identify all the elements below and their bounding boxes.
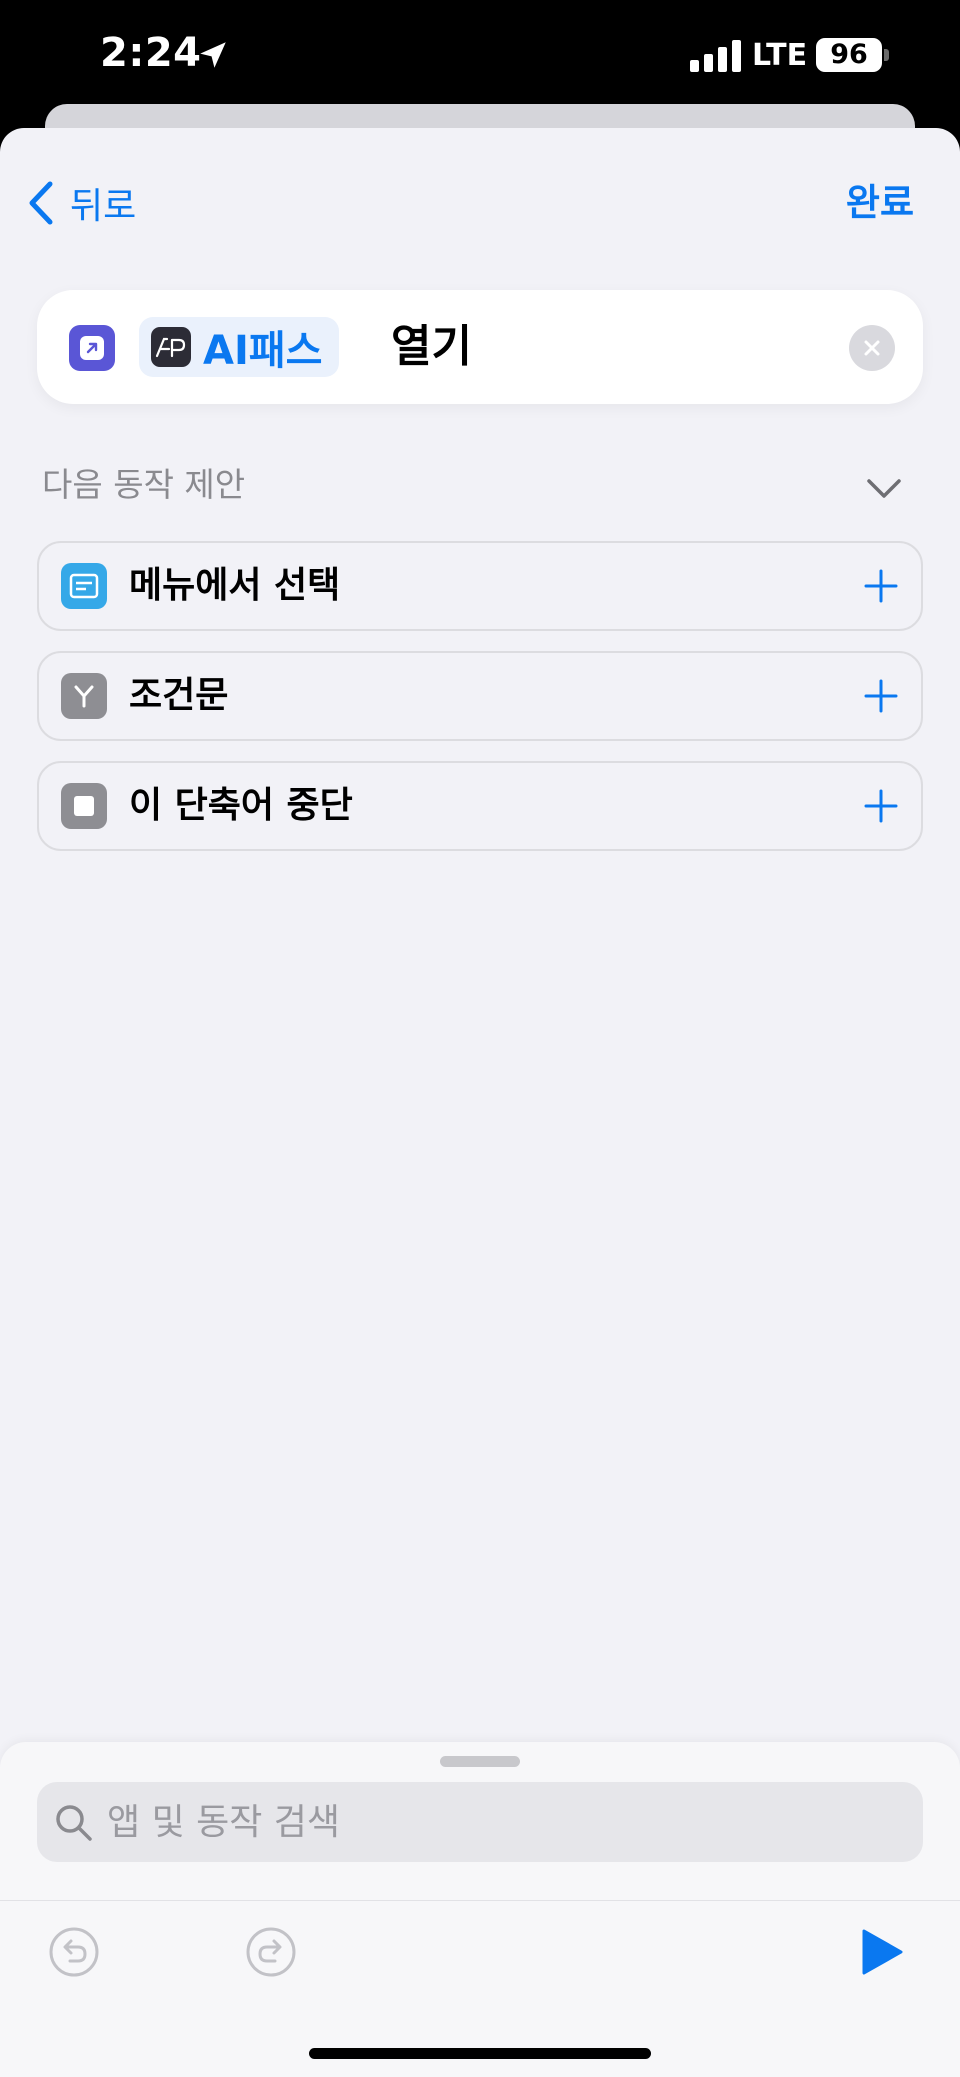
suggestion-label: 이 단축어 중단 (129, 785, 353, 826)
drag-handle[interactable] (440, 1756, 520, 1767)
status-time: 2:24 (100, 30, 202, 76)
home-indicator (309, 2048, 651, 2059)
suggestion-label: 조건문 (129, 675, 229, 716)
search-icon (56, 1805, 92, 1841)
action-verb: 열기 (391, 321, 472, 372)
branch-icon (61, 673, 107, 719)
network-type: LTE (752, 38, 808, 73)
arrow-up-right-icon (86, 342, 98, 354)
plus-icon[interactable] (863, 788, 899, 824)
open-app-icon (69, 325, 115, 371)
close-icon (864, 340, 880, 356)
done-button[interactable]: 완료 (846, 168, 914, 238)
aipass-logo-mark (155, 337, 186, 358)
plus-icon[interactable] (863, 568, 899, 604)
battery-cap (884, 49, 889, 61)
app-selector-chip[interactable]: AI패스 (139, 317, 339, 377)
search-input[interactable] (107, 1801, 887, 1843)
plus-icon[interactable] (863, 678, 899, 714)
open-app-action-card[interactable]: AI패스 열기 (37, 290, 923, 404)
suggestion-label: 메뉴에서 선택 (129, 565, 341, 606)
cellular-signal-icon (690, 40, 741, 72)
undo-icon[interactable] (48, 1926, 100, 1978)
chevron-down-icon[interactable] (866, 478, 902, 500)
action-search-panel (0, 1742, 960, 2077)
play-icon[interactable] (860, 1928, 904, 1976)
suggestions-header: 다음 동작 제안 (42, 465, 246, 504)
suggestion-choose-from-menu[interactable]: 메뉴에서 선택 (37, 541, 923, 631)
menu-list-icon (61, 563, 107, 609)
stop-icon (61, 783, 107, 829)
remove-action-button[interactable] (849, 325, 895, 371)
aipass-logo-icon (151, 327, 191, 367)
location-arrow-icon (200, 42, 226, 68)
redo-icon[interactable] (245, 1926, 297, 1978)
back-button[interactable]: 뒤로 (26, 168, 136, 238)
back-label: 뒤로 (70, 186, 137, 227)
status-bar: 2:24 LTE 96 (0, 0, 960, 110)
toolbar-divider (0, 1900, 960, 1901)
suggestion-if[interactable]: 조건문 (37, 651, 923, 741)
search-bar[interactable] (37, 1782, 923, 1862)
battery-icon: 96 (816, 38, 882, 72)
chevron-left-icon (29, 181, 53, 225)
battery-level: 96 (830, 39, 868, 70)
app-name: AI패스 (203, 328, 323, 374)
suggestion-stop-shortcut[interactable]: 이 단축어 중단 (37, 761, 923, 851)
